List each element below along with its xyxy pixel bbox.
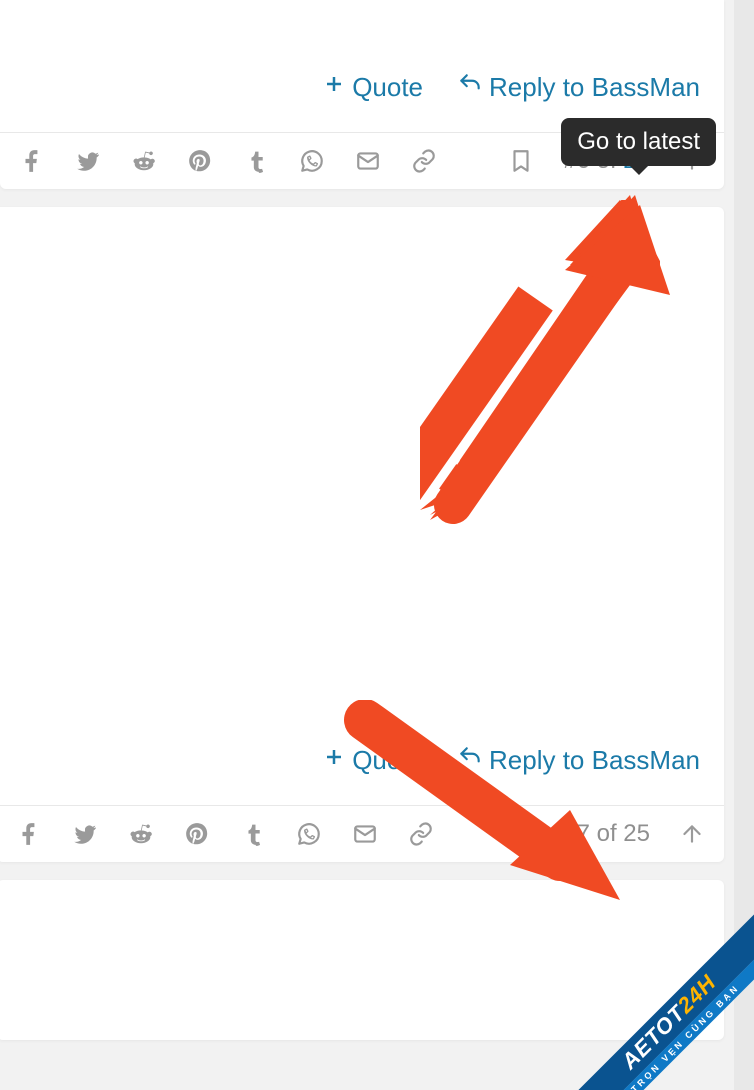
scroll-top-icon[interactable] [678,820,706,848]
share-icons [15,820,435,848]
link-icon[interactable] [410,147,438,175]
reddit-icon[interactable] [130,147,158,175]
reply-icon [457,71,483,104]
counter-prefix: #7 of [563,820,623,847]
bookmark-icon[interactable] [507,147,535,175]
quote-button[interactable]: Quote [322,745,423,776]
email-icon[interactable] [354,147,382,175]
post-actions: Quote Reply to BassMan [24,71,700,104]
tumblr-icon[interactable] [239,820,267,848]
plus-icon [322,745,346,776]
post-7: Quote Reply to BassMan [0,207,724,862]
quote-button[interactable]: Quote [322,72,423,103]
post-actions: Quote Reply to BassMan [21,744,700,777]
share-icons [18,147,438,175]
whatsapp-icon[interactable] [295,820,323,848]
post-next [0,880,724,1040]
facebook-icon[interactable] [18,147,46,175]
reply-button[interactable]: Reply to BassMan [457,71,700,104]
reply-icon [457,744,483,777]
reply-label: Reply to BassMan [489,72,700,103]
counter-total: 25 [623,820,650,847]
pinterest-icon[interactable] [186,147,214,175]
quote-label: Quote [352,72,423,103]
pinterest-icon[interactable] [183,820,211,848]
post-6: Quote Reply to BassMan Go to latest [0,0,724,189]
link-icon[interactable] [407,820,435,848]
twitter-icon[interactable] [74,147,102,175]
twitter-icon[interactable] [71,820,99,848]
reddit-icon[interactable] [127,820,155,848]
tooltip-text: Go to latest [577,128,700,155]
facebook-icon[interactable] [15,820,43,848]
bookmark-icon[interactable] [507,820,535,848]
post-counter: #7 of 25 [563,820,650,848]
go-to-latest-tooltip: Go to latest [561,118,716,166]
quote-label: Quote [352,745,423,776]
tumblr-icon[interactable] [242,147,270,175]
reply-label: Reply to BassMan [489,745,700,776]
share-bar: #7 of 25 [0,805,724,862]
reply-button[interactable]: Reply to BassMan [457,744,700,777]
right-tools: #7 of 25 [507,820,706,848]
email-icon[interactable] [351,820,379,848]
whatsapp-icon[interactable] [298,147,326,175]
plus-icon [322,72,346,103]
